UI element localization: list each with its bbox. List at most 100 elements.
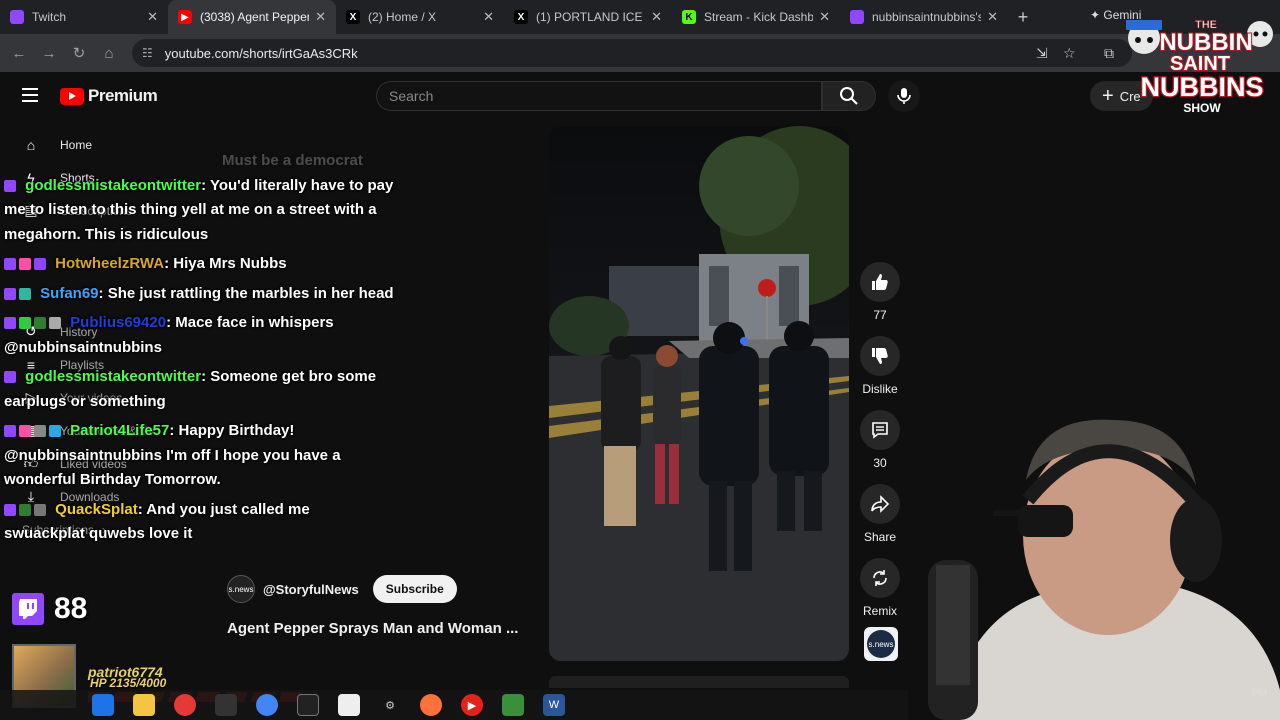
hp-counter: HP 2135/4000 bbox=[90, 676, 167, 690]
viewer-count: 88 bbox=[54, 592, 88, 625]
tab-title: nubbinsaintnubbins's M… bbox=[872, 10, 982, 24]
brand-label: Premium bbox=[88, 86, 158, 105]
subscribe-button[interactable]: Subscribe bbox=[372, 575, 457, 603]
sound-source-avatar[interactable]: s.news bbox=[864, 627, 898, 661]
remix-action: Remix bbox=[858, 558, 902, 618]
shorts-video-player[interactable] bbox=[549, 126, 849, 661]
chat-username: Publius69420 bbox=[70, 314, 167, 331]
terminal-icon[interactable] bbox=[297, 694, 319, 716]
plus-icon: + bbox=[1102, 84, 1114, 107]
tab-kick[interactable]: K Stream - Kick Dashboar… ✕ bbox=[672, 0, 840, 34]
new-tab-button[interactable]: + bbox=[1008, 7, 1038, 28]
search-button[interactable] bbox=[822, 81, 876, 111]
chat-username: Sufan69 bbox=[40, 284, 99, 302]
bookmark-star-icon[interactable]: ☆ bbox=[1063, 45, 1076, 62]
twitch-badge-icon bbox=[4, 425, 16, 438]
tab-x-portland[interactable]: X (1) PORTLAND ICE LIVE | ✕ bbox=[504, 0, 672, 34]
twitch-viewer-counter: 88 bbox=[12, 592, 87, 626]
chat-message: HotwheelzRWA: Hiya Mrs Nubbs bbox=[4, 252, 394, 277]
logo-text-nubbins: NUBBINS bbox=[1140, 72, 1263, 102]
close-tab-icon[interactable]: ✕ bbox=[483, 9, 494, 25]
chat-username: godlessmistakeontwitter bbox=[25, 368, 202, 385]
remix-label: Remix bbox=[862, 604, 897, 618]
remix-button[interactable] bbox=[860, 558, 900, 598]
verified-badge-icon bbox=[49, 317, 61, 330]
twitch-badge-icon bbox=[4, 317, 16, 330]
home-icon[interactable]: ⌂ bbox=[94, 45, 124, 62]
vip-badge-icon bbox=[49, 425, 61, 438]
chat-text: : She just rattling the marbles in her h… bbox=[98, 284, 394, 302]
chat-message: godlessmistakeontwitter: You'd literally… bbox=[4, 174, 394, 248]
verified-badge-icon bbox=[34, 503, 46, 516]
chrome-icon[interactable] bbox=[174, 694, 196, 716]
tab-twitch-mod[interactable]: nubbinsaintnubbins's M… ✕ bbox=[840, 0, 1008, 34]
comments-button[interactable] bbox=[860, 410, 900, 450]
install-app-icon[interactable]: ⇲ bbox=[1036, 45, 1048, 62]
stream-chat-overlay: Must be a democrat godlessmistakeontwitt… bbox=[4, 152, 394, 552]
forward-arrow-icon[interactable]: → bbox=[34, 45, 64, 62]
close-tab-icon[interactable]: ✕ bbox=[987, 9, 998, 25]
taskbar-clock: PM bbox=[1252, 688, 1267, 699]
tab-x-home[interactable]: X (2) Home / X ✕ bbox=[336, 0, 504, 34]
nubbin-saint-nubbins-show-logo: THE NUBBIN SAINT NUBBINS SHOW bbox=[1126, 19, 1273, 116]
channel-name[interactable]: @StoryfulNews bbox=[263, 582, 359, 597]
twitch-badge-icon bbox=[4, 179, 16, 192]
word-icon[interactable]: W bbox=[543, 694, 565, 716]
tab-twitch[interactable]: Twitch ✕ bbox=[0, 0, 168, 34]
extensions-puzzle-icon[interactable]: ⧉ bbox=[1104, 45, 1114, 62]
back-arrow-icon[interactable]: ← bbox=[4, 45, 34, 62]
chat-text: : Hiya Mrs Nubbs bbox=[164, 255, 287, 272]
subscriber-badge-icon bbox=[19, 425, 31, 438]
chat-username: QuackSplat bbox=[55, 500, 138, 518]
x-logo-icon: X bbox=[514, 10, 528, 24]
like-button[interactable] bbox=[860, 262, 900, 302]
tab-title: (3038) Agent Pepper Sp… bbox=[200, 10, 310, 24]
search-icon bbox=[840, 87, 858, 105]
tab-youtube[interactable]: ▶ (3038) Agent Pepper Sp… ✕ bbox=[168, 0, 336, 34]
chat-message-faded: Must be a democrat bbox=[222, 152, 363, 169]
file-explorer-icon[interactable] bbox=[133, 694, 155, 716]
close-tab-icon[interactable]: ✕ bbox=[651, 9, 662, 25]
comments-action: 30 bbox=[858, 410, 902, 470]
thumbs-up-icon bbox=[872, 274, 888, 290]
app-icon[interactable] bbox=[215, 694, 237, 716]
prime-badge-icon bbox=[34, 258, 46, 271]
chrome-profile-icon[interactable] bbox=[256, 694, 278, 716]
next-short-preview[interactable] bbox=[549, 676, 849, 688]
voice-search-button[interactable] bbox=[888, 80, 920, 112]
os-taskbar: ⚙ ▶ W bbox=[0, 690, 908, 720]
reload-icon[interactable]: ↻ bbox=[64, 44, 94, 62]
edge-browser-icon[interactable] bbox=[92, 694, 114, 716]
close-tab-icon[interactable]: ✕ bbox=[147, 9, 158, 25]
remix-icon bbox=[873, 570, 887, 586]
close-tab-icon[interactable]: ✕ bbox=[315, 9, 326, 25]
youtube-premium-logo[interactable]: Premium bbox=[60, 86, 158, 106]
x-logo-icon: X bbox=[346, 10, 360, 24]
chat-message: Patriot4Life57: Happy Birthday! @nubbins… bbox=[4, 419, 394, 493]
video-frame bbox=[549, 126, 849, 661]
close-tab-icon[interactable]: ✕ bbox=[819, 9, 830, 25]
youtube-header: Premium Search + Cre bbox=[0, 72, 1280, 120]
like-count: 77 bbox=[873, 308, 887, 322]
share-button[interactable] bbox=[860, 484, 900, 524]
twitch-badge-icon bbox=[4, 503, 16, 516]
document-icon[interactable] bbox=[338, 694, 360, 716]
youtube-play-icon bbox=[60, 87, 84, 105]
site-info-icon[interactable]: ☷ bbox=[142, 46, 153, 60]
settings-gear-icon[interactable]: ⚙ bbox=[379, 694, 401, 716]
firefox-icon[interactable] bbox=[420, 694, 442, 716]
dislike-button[interactable] bbox=[860, 336, 900, 376]
kick-icon: K bbox=[682, 10, 696, 24]
menu-icon[interactable] bbox=[22, 88, 38, 102]
video-title[interactable]: Agent Pepper Sprays Man and Woman ... bbox=[227, 620, 518, 637]
browser-toolbar: ← → ↻ ⌂ ☷ youtube.com/shorts/irtGaAs3CRk… bbox=[0, 34, 1280, 72]
channel-avatar[interactable]: s.news bbox=[227, 575, 255, 603]
comment-icon bbox=[872, 422, 888, 439]
share-label: Share bbox=[863, 530, 897, 544]
chat-username: godlessmistakeontwitter bbox=[25, 176, 202, 194]
address-bar[interactable]: ☷ youtube.com/shorts/irtGaAs3CRk bbox=[132, 39, 1132, 67]
dislike-label: Dislike bbox=[862, 382, 898, 396]
youtube-app-icon[interactable]: ▶ bbox=[461, 694, 483, 716]
game-launcher-icon[interactable] bbox=[502, 694, 524, 716]
search-input[interactable]: Search bbox=[376, 81, 822, 111]
